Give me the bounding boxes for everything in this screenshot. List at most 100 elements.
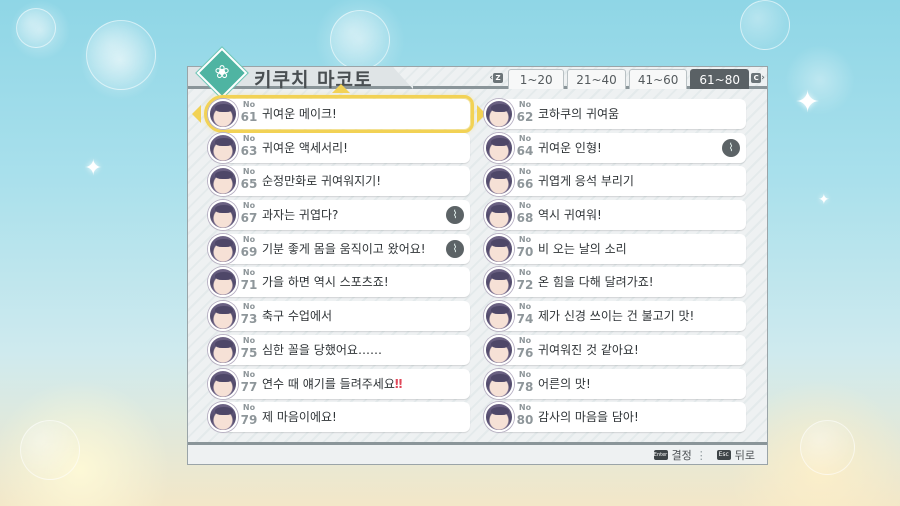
item-number-value: 74 — [516, 312, 534, 327]
communication-item[interactable]: No 72 온 힘을 다해 달려가죠! — [484, 267, 746, 298]
sparkle-icon: ✦ — [795, 85, 821, 120]
communication-item[interactable]: No 73 축구 수업에서 — [208, 301, 470, 332]
item-number: No 67 — [238, 201, 260, 226]
item-label: 귀여운 액세서리! — [262, 140, 348, 155]
avatar — [208, 233, 238, 264]
avatar — [484, 233, 514, 264]
communication-item[interactable]: No 77 연수 때 얘기를 들려주세요‼ — [208, 368, 470, 399]
item-label: 제 마음이에요! — [262, 410, 337, 425]
communication-item[interactable]: No 75 심한 꼴을 당했어요…… — [208, 334, 470, 365]
item-number-value: 73 — [240, 312, 258, 327]
item-number-prefix: No — [518, 133, 532, 143]
item-number: No 63 — [238, 134, 260, 159]
item-number-value: 71 — [240, 278, 258, 293]
item-label: 코하쿠의 귀여움 — [538, 107, 620, 121]
bg-bubble — [740, 0, 790, 50]
communication-item[interactable]: No 67 과자는 귀엽다? ⌇ — [208, 200, 470, 231]
tab-21-40[interactable]: 21~40 — [567, 69, 626, 89]
item-number-prefix: No — [242, 302, 256, 312]
item-number: No 64 — [514, 134, 536, 159]
avatar — [208, 334, 238, 365]
communication-item[interactable]: No 80 감사의 마음을 담아! — [484, 402, 746, 433]
item-number: No 77 — [238, 370, 260, 395]
avatar — [484, 132, 514, 163]
communication-item[interactable]: No 78 어른의 맛! — [484, 368, 746, 399]
item-number-prefix: No — [242, 100, 256, 109]
item-number-prefix: No — [518, 335, 532, 345]
tab-next-hint[interactable]: C › — [749, 71, 767, 85]
communication-item[interactable]: No 79 제 마음이에요! — [208, 402, 470, 433]
item-label: 비 오는 날의 소리 — [538, 241, 627, 256]
item-number: No 68 — [514, 201, 536, 226]
bg-bubble — [86, 20, 156, 90]
item-number: No 74 — [514, 302, 536, 327]
sparkle-icon: ✦ — [84, 156, 103, 181]
communication-item[interactable]: No 65 순정만화로 귀여워지기! — [208, 166, 470, 197]
item-number-value: 80 — [516, 413, 534, 428]
communication-list: No 61 귀여운 메이크! No 62 코하쿠의 귀여움 No 63 귀여운 액세서리! No 6… — [192, 84, 748, 433]
tab-1-20[interactable]: 1~20 — [508, 69, 565, 89]
communication-item[interactable]: No 66 귀엽게 응석 부리기 — [484, 166, 746, 197]
tab-41-60[interactable]: 41~60 — [628, 69, 688, 89]
item-number-prefix: No — [242, 335, 256, 345]
item-number-value: 70 — [516, 244, 534, 259]
item-number: No 66 — [514, 167, 536, 192]
item-label: 제가 신경 쓰이는 건 불고기 맛! — [538, 309, 695, 324]
item-number-value: 61 — [240, 110, 258, 124]
panel-header: ❀ 키쿠치 마코토 ‹ Z 1~20 21~40 41~60 61~80 C › — [188, 47, 767, 99]
item-label: 귀여운 인형! — [538, 140, 602, 155]
item-number-prefix: No — [518, 167, 532, 177]
bg-bubble — [800, 420, 855, 475]
item-number-value: 63 — [240, 143, 258, 158]
item-number-prefix: No — [518, 403, 532, 413]
cursor-up-arrow-icon — [332, 84, 350, 93]
emblem-icon: ❀ — [196, 47, 248, 99]
bg-bubble — [20, 420, 80, 480]
communication-item[interactable]: No 70 비 오는 날의 소리 — [484, 233, 746, 264]
communication-item[interactable]: No 64 귀여운 인형! ⌇ — [484, 132, 746, 163]
item-label: 온 힘을 다해 달려가죠! — [538, 275, 654, 290]
communication-item[interactable]: No 63 귀여운 액세서리! — [208, 132, 470, 163]
tab-61-80[interactable]: 61~80 — [690, 69, 749, 89]
chevron-right-icon: › — [761, 73, 765, 83]
footer-buttons: Enter 결정 ⋮ Esc 뒤로 — [653, 447, 755, 463]
communication-item[interactable]: No 69 기분 좋게 몸을 움직이고 왔어요! ⌇ — [208, 233, 470, 264]
communication-item[interactable]: No 62 코하쿠의 귀여움 — [484, 99, 746, 129]
avatar — [484, 402, 514, 433]
bg-bubble — [330, 10, 390, 70]
item-label: 귀여운 메이크! — [262, 107, 337, 121]
item-number-prefix: No — [518, 201, 532, 211]
back-button[interactable]: 뒤로 — [735, 447, 755, 463]
item-number: No 69 — [238, 235, 260, 260]
item-number-value: 66 — [516, 177, 534, 192]
item-number: No 72 — [514, 268, 536, 293]
item-number-value: 65 — [240, 177, 258, 192]
communication-item[interactable]: No 74 제가 신경 쓰이는 건 불고기 맛! — [484, 301, 746, 332]
item-number-prefix: No — [518, 302, 532, 312]
communication-item[interactable]: No 68 역시 귀여워! — [484, 200, 746, 231]
avatar — [208, 166, 238, 197]
item-number-prefix: No — [518, 234, 532, 244]
item-label: 어른의 맛! — [538, 376, 591, 391]
confirm-button[interactable]: 결정 — [672, 447, 692, 463]
item-label: 순정만화로 귀여워지기! — [262, 174, 382, 189]
item-number-value: 67 — [240, 211, 258, 226]
item-number-value: 68 — [516, 211, 534, 226]
tab-prev-key: Z — [493, 72, 504, 83]
communication-item[interactable]: No 71 가을 하면 역시 스포츠죠! — [208, 267, 470, 298]
page-title: 키쿠치 마코토 — [254, 69, 373, 91]
item-number-prefix: No — [518, 100, 532, 109]
tab-prev-hint[interactable]: ‹ Z — [487, 71, 505, 85]
item-number: No 79 — [238, 403, 260, 428]
avatar — [208, 368, 238, 399]
avatar — [208, 402, 238, 433]
item-number: No 70 — [514, 235, 536, 260]
avatar — [484, 99, 514, 129]
communication-item[interactable]: No 61 귀여운 메이크! — [192, 84, 486, 144]
paperclip-icon: ⌇ — [446, 206, 464, 225]
avatar — [208, 267, 238, 298]
item-number-value: 62 — [516, 110, 534, 124]
item-number: No 80 — [514, 403, 536, 428]
communication-item[interactable]: No 76 귀여워진 것 같아요! — [484, 334, 746, 365]
item-number-value: 77 — [240, 379, 258, 394]
